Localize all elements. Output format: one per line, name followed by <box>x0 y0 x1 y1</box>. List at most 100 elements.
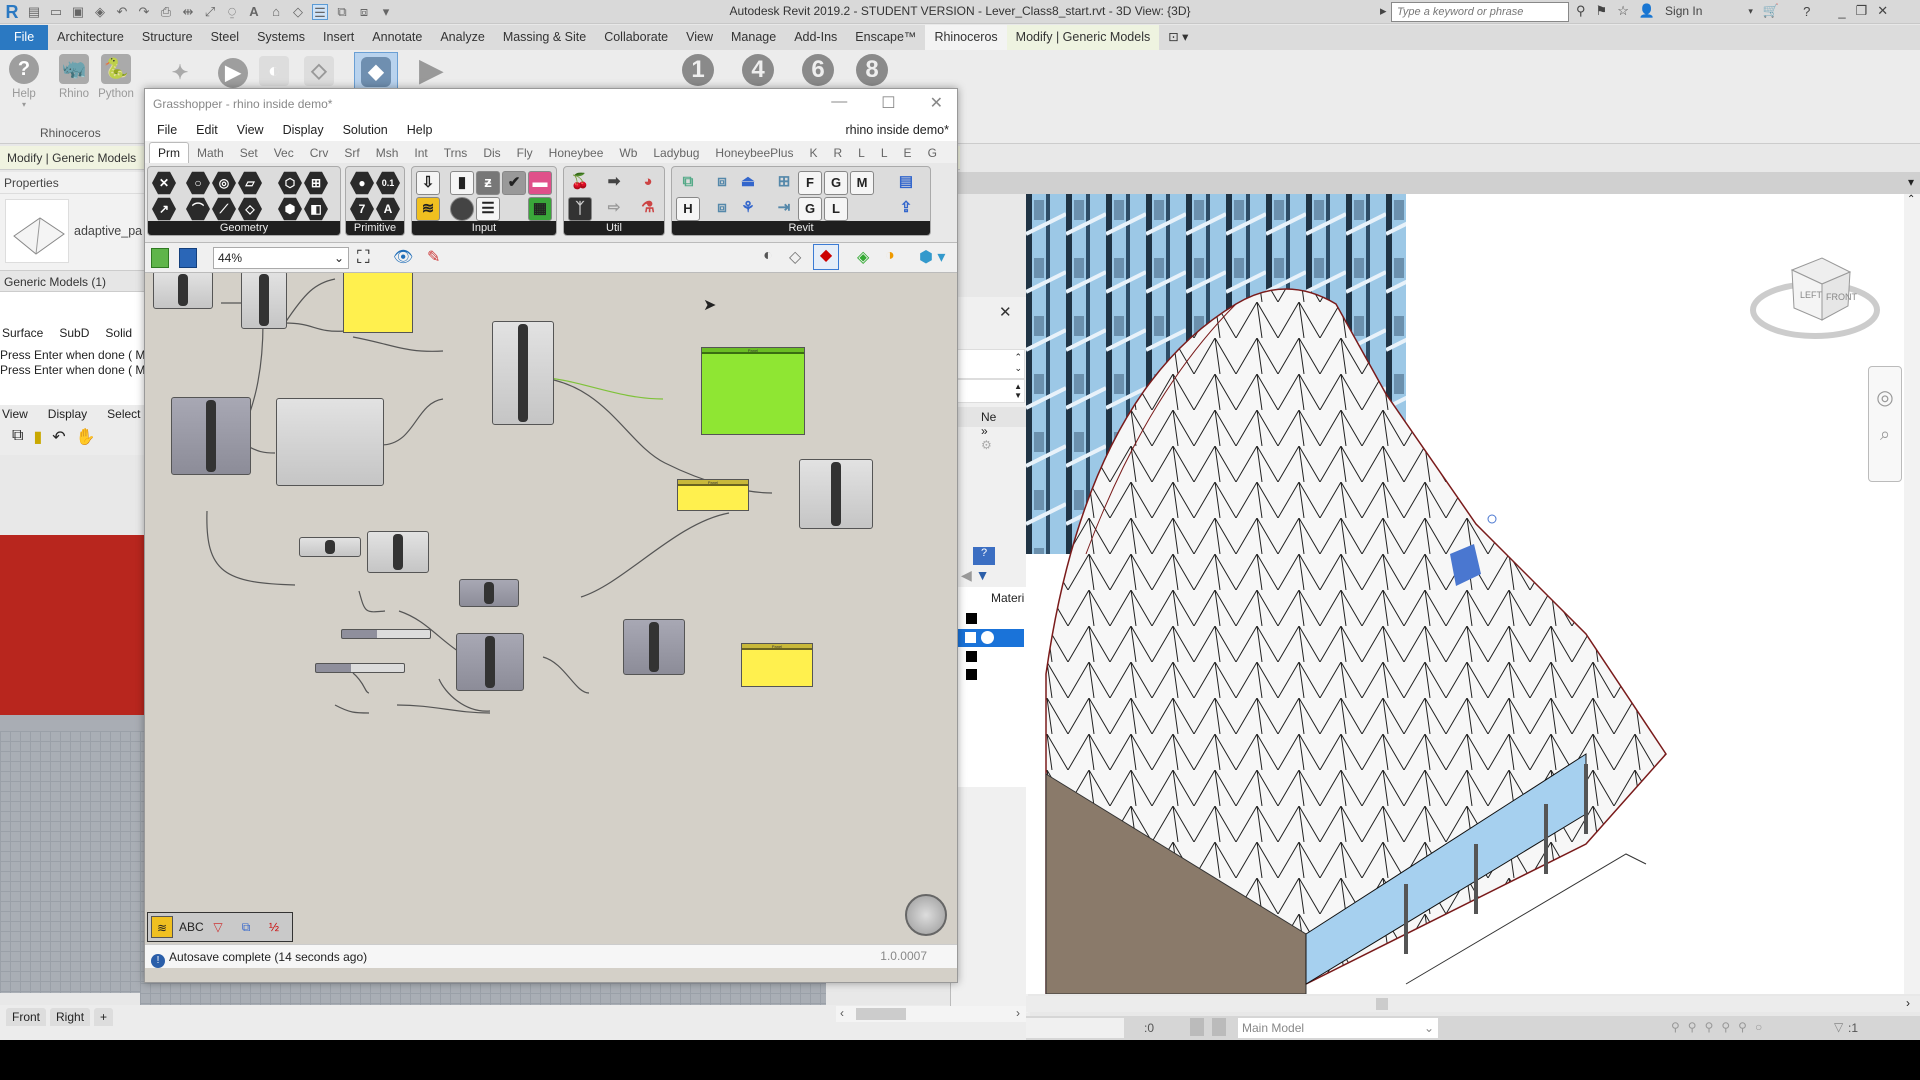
gh-close-icon[interactable]: ✕ <box>930 93 943 113</box>
rhino-viewport-grid[interactable] <box>140 983 826 1005</box>
viewcube-left[interactable]: LEFT <box>1800 290 1823 300</box>
gh-tab-prm[interactable]: Prm <box>149 142 189 163</box>
search-arrow-icon[interactable]: ▸ <box>1380 3 1387 19</box>
revit-h-icon[interactable]: H <box>676 197 700 221</box>
settings-gear-icon[interactable]: ⚙ <box>981 438 992 452</box>
revit-family-icon[interactable]: ⚘ <box>736 197 760 221</box>
gh-tab-srf[interactable]: Srf <box>336 143 367 163</box>
add-viewport-icon[interactable]: + <box>94 1008 114 1026</box>
pan-hand-icon[interactable]: ✋ <box>76 427 96 447</box>
revit-g2-icon[interactable]: G <box>798 197 822 221</box>
gh-number-slider[interactable] <box>315 663 405 673</box>
zoom-select[interactable]: 44% ⌄ <box>213 247 349 269</box>
tab-view[interactable]: View <box>677 25 722 50</box>
rhino-tab-select[interactable]: Select <box>107 407 140 421</box>
toggle-icon[interactable]: ▮ <box>450 171 474 195</box>
rhino-viewport-top[interactable] <box>0 731 144 993</box>
spinner-icon[interactable]: ▲ ▼ <box>1014 382 1022 400</box>
gh-tab-k[interactable]: K <box>801 143 825 163</box>
column-header-material[interactable]: Materi <box>991 591 1024 605</box>
3d-view-icon[interactable]: ⌂ <box>268 4 284 20</box>
type-name[interactable]: adaptive_panel <box>74 224 142 238</box>
gh-component[interactable] <box>367 531 429 573</box>
sketch-pencil-icon[interactable]: ✎ <box>427 247 440 267</box>
alignment-widget-icon[interactable]: ½ <box>263 916 285 938</box>
tab-architecture[interactable]: Architecture <box>48 25 133 50</box>
tab-massing-site[interactable]: Massing & Site <box>494 25 595 50</box>
more-tabs-icon[interactable]: » <box>981 424 988 438</box>
number-param-icon[interactable]: 0.1 <box>376 171 400 195</box>
revit-f-icon[interactable]: F <box>798 171 822 195</box>
checkbox-icon[interactable]: ✔ <box>502 171 526 195</box>
tab-modify-generic-models[interactable]: Modify | Generic Models <box>1006 25 1160 50</box>
close-hidden-icon[interactable]: ⧉ <box>334 4 350 20</box>
gh-cluster[interactable] <box>276 398 384 486</box>
flask-icon[interactable]: ⚗ <box>636 197 660 221</box>
value-list-icon[interactable]: ☰ <box>476 197 500 221</box>
filter-icon[interactable]: ▽ <box>1834 1020 1843 1034</box>
gh-component[interactable] <box>456 633 524 691</box>
tab-analyze[interactable]: Analyze <box>431 25 493 50</box>
ribbon-minimize-icon[interactable]: ⊡ ▾ <box>1159 25 1197 50</box>
undo-view-icon[interactable]: ↶ <box>52 427 65 447</box>
filter-icon[interactable]: ▼ <box>976 567 990 583</box>
help-panel-icon[interactable]: ? <box>973 547 995 565</box>
favorites-icon[interactable]: ☆ <box>1617 3 1629 19</box>
boolean-param-icon[interactable]: ● <box>350 171 374 195</box>
circle-param-icon[interactable]: ○ <box>186 171 210 195</box>
scroll-up-icon[interactable]: ⌃ <box>1907 194 1915 205</box>
gh-panel[interactable] <box>343 273 413 333</box>
zoom-extents-icon[interactable]: ⛶ <box>357 247 370 268</box>
restore-icon[interactable]: ❐ <box>1856 3 1868 19</box>
option-1-button[interactable]: 1 <box>682 54 714 86</box>
vector-icon[interactable]: ↗ <box>152 197 176 221</box>
revit-logo-icon[interactable]: R <box>4 3 20 21</box>
minimize-icon[interactable]: _ <box>1838 4 1845 19</box>
gh-tab-e[interactable]: E <box>896 143 920 163</box>
point-cancel-icon[interactable]: ✕ <box>152 171 176 195</box>
tree-icon[interactable]: ᛉ <box>568 197 592 221</box>
revit-g-icon[interactable]: G <box>824 171 848 195</box>
gh-minimize-icon[interactable]: — <box>831 93 847 113</box>
gh-tab-l[interactable]: L <box>873 143 896 163</box>
material-circle-icon[interactable] <box>981 631 994 644</box>
open-folder-icon[interactable]: ▭ <box>48 4 64 20</box>
viewport-tab-front[interactable]: Front <box>6 1008 47 1026</box>
help-icon[interactable]: ? <box>1803 4 1810 19</box>
customize-qa-icon[interactable]: ▾ <box>378 4 394 20</box>
cart-icon[interactable]: 🛒 <box>1763 3 1779 19</box>
plane-param-icon[interactable]: ▱ <box>238 171 262 195</box>
steering-wheel-icon[interactable]: ◎ <box>1869 385 1901 410</box>
text-param-icon[interactable]: A <box>376 197 400 221</box>
revit-geometry-icon[interactable]: ⧈ <box>710 171 734 195</box>
gh-panel[interactable]: Panel <box>677 479 749 511</box>
rhino-menu-surface[interactable]: Surface <box>2 326 43 340</box>
tab-manage[interactable]: Manage <box>722 25 785 50</box>
redo-icon[interactable]: ↷ <box>136 4 152 20</box>
gh-component[interactable] <box>153 273 213 309</box>
scroll-thumb[interactable] <box>856 1008 906 1020</box>
preview-material-icon[interactable]: ◑ <box>885 247 895 265</box>
curve-param-icon[interactable]: ◎ <box>212 171 236 195</box>
print-icon[interactable]: ⎙ <box>158 4 174 20</box>
tab-systems[interactable]: Systems <box>248 25 314 50</box>
field-param-icon[interactable]: ◧ <box>304 197 328 221</box>
rhino-tab-display[interactable]: Display <box>48 407 87 421</box>
markov-widget-icon[interactable]: ▽ <box>207 916 229 938</box>
gh-tab-msh[interactable]: Msh <box>368 143 407 163</box>
gh-tab-vec[interactable]: Vec <box>266 143 302 163</box>
tab-steel[interactable]: Steel <box>202 25 249 50</box>
gh-panel[interactable]: Panel <box>741 643 813 687</box>
tab-rhinoceros[interactable]: Rhinoceros <box>925 25 1007 50</box>
help-search-input[interactable]: Type a keyword or phrase <box>1391 2 1569 22</box>
scroll-left-icon[interactable]: ‹ <box>840 1006 844 1020</box>
gh-menu-help[interactable]: Help <box>407 123 433 137</box>
tab-add-ins[interactable]: Add-Ins <box>785 25 846 50</box>
editable-only-select[interactable] <box>1026 1018 1124 1038</box>
preview-off-button[interactable]: ◐ <box>258 56 290 90</box>
rhino-button[interactable]: 🦏 Rhino <box>56 54 92 100</box>
revit-grid-icon[interactable]: ⊞ <box>772 171 796 195</box>
gh-menu-edit[interactable]: Edit <box>196 123 218 137</box>
gh-tab-g[interactable]: G <box>920 143 945 163</box>
rhino-menu-subd[interactable]: SubD <box>59 326 89 340</box>
